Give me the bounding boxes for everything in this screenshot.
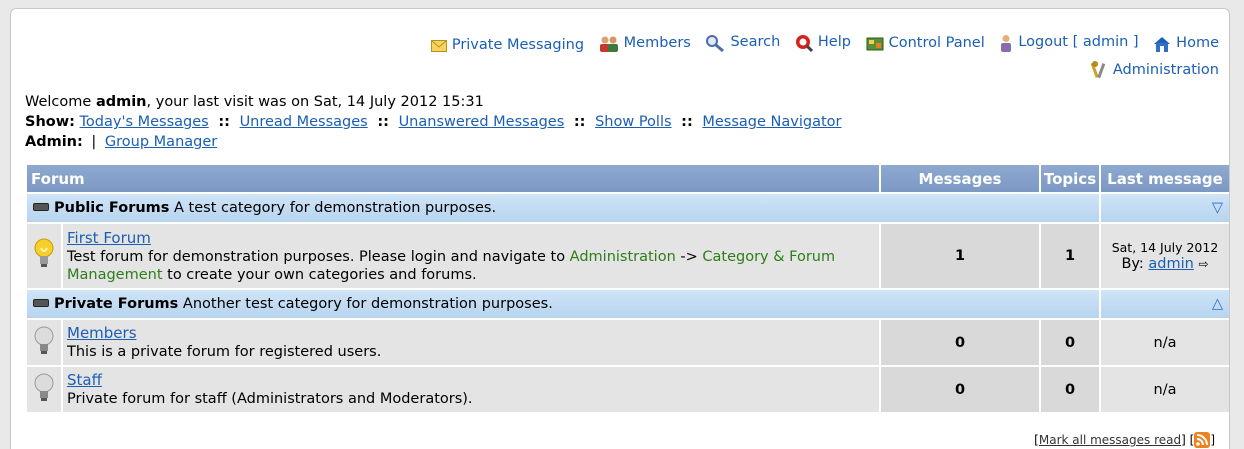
- footer-bar: [ Mark all messages read ] [ ]: [1034, 432, 1215, 448]
- rss-icon[interactable]: [1194, 432, 1211, 448]
- forum-row: First Forum Test forum for demonstration…: [27, 224, 1229, 288]
- welcome-username: admin: [95, 94, 147, 110]
- messages-count: 0: [881, 367, 1039, 412]
- show-bar: Show: Today's Messages :: Unread Message…: [25, 114, 842, 130]
- lightbulb-off-icon: [34, 373, 54, 401]
- welcome-block: Welcome admin, your last visit was on Sa…: [25, 92, 841, 152]
- lightbulb-off-icon: [34, 326, 54, 354]
- top-navigation: Private Messaging Members Search Help Co…: [421, 31, 1219, 82]
- table-header: Forum Messages Topics Last message: [27, 165, 1229, 192]
- header-topics: Topics: [1041, 165, 1099, 192]
- forum-link-members[interactable]: Members: [67, 324, 137, 342]
- members-icon: [599, 36, 618, 52]
- tools-icon: [1090, 61, 1106, 79]
- topics-count: 0: [1041, 320, 1099, 365]
- category-name: Private Forums: [54, 296, 179, 312]
- lightbulb-on-icon: [34, 238, 54, 267]
- link-group-manager[interactable]: Group Manager: [105, 134, 217, 150]
- nav-search[interactable]: Search: [705, 31, 780, 54]
- header-forum: Forum: [27, 165, 879, 192]
- nav-private-messaging[interactable]: Private Messaging: [430, 34, 584, 57]
- search-icon: [706, 34, 725, 52]
- link-show-polls[interactable]: Show Polls: [595, 114, 671, 130]
- link-unread-messages[interactable]: Unread Messages: [240, 114, 368, 130]
- last-message-user-link[interactable]: admin: [1148, 256, 1193, 272]
- goto-arrow-icon[interactable]: ⇨: [1198, 257, 1208, 271]
- link-message-navigator[interactable]: Message Navigator: [702, 114, 841, 130]
- last-message-cell: n/a: [1101, 320, 1229, 365]
- forum-row: Staff Private forum for staff (Administr…: [27, 367, 1229, 412]
- category-name: Public Forums: [54, 200, 170, 216]
- main-panel: Private Messaging Members Search Help Co…: [10, 8, 1230, 449]
- link-administration-inline[interactable]: Administration: [570, 249, 676, 265]
- nav-logout[interactable]: Logout [ admin ]: [999, 31, 1139, 54]
- last-message-cell: n/a: [1101, 367, 1229, 412]
- topics-count: 1: [1041, 224, 1099, 288]
- category-toggle[interactable]: △: [1101, 290, 1229, 318]
- nav-members[interactable]: Members: [599, 32, 691, 55]
- link-unanswered-messages[interactable]: Unanswered Messages: [399, 114, 565, 130]
- category-toggle[interactable]: ▽: [1101, 194, 1229, 222]
- forum-link-staff[interactable]: Staff: [67, 371, 102, 389]
- welcome-line: Welcome admin, your last visit was on Sa…: [25, 94, 484, 110]
- mark-all-read-link[interactable]: Mark all messages read: [1039, 433, 1181, 447]
- header-messages: Messages: [881, 165, 1039, 192]
- control-panel-icon: [866, 37, 884, 50]
- category-row-private: Private Forums Another test category for…: [27, 290, 1229, 318]
- messages-count: 0: [881, 320, 1039, 365]
- admin-bar: Admin: | Group Manager: [25, 134, 218, 150]
- messages-count: 1: [881, 224, 1039, 288]
- nav-administration[interactable]: Administration: [1090, 59, 1219, 82]
- link-todays-messages[interactable]: Today's Messages: [80, 114, 209, 130]
- forum-table: Forum Messages Topics Last message Publi…: [25, 163, 1231, 414]
- forum-row: Members This is a private forum for regi…: [27, 320, 1229, 365]
- topics-count: 0: [1041, 367, 1099, 412]
- logout-icon: [1001, 34, 1012, 52]
- envelope-icon: [430, 39, 447, 52]
- home-icon: [1154, 36, 1171, 52]
- nav-control-panel[interactable]: Control Panel: [866, 32, 985, 55]
- nav-help[interactable]: Help: [795, 31, 851, 54]
- category-desc: Another test category for demonstration …: [182, 296, 553, 312]
- collapse-icon[interactable]: [33, 299, 49, 307]
- category-desc: A test category for demonstration purpos…: [174, 200, 497, 216]
- header-last-message: Last message: [1101, 165, 1229, 192]
- help-icon: [795, 34, 813, 52]
- forum-link-first-forum[interactable]: First Forum: [67, 229, 151, 247]
- category-row-public: Public Forums A test category for demons…: [27, 194, 1229, 222]
- last-message-cell: Sat, 14 July 2012 By: admin ⇨: [1101, 224, 1229, 288]
- collapse-icon[interactable]: [33, 203, 49, 211]
- nav-home[interactable]: Home: [1153, 32, 1219, 55]
